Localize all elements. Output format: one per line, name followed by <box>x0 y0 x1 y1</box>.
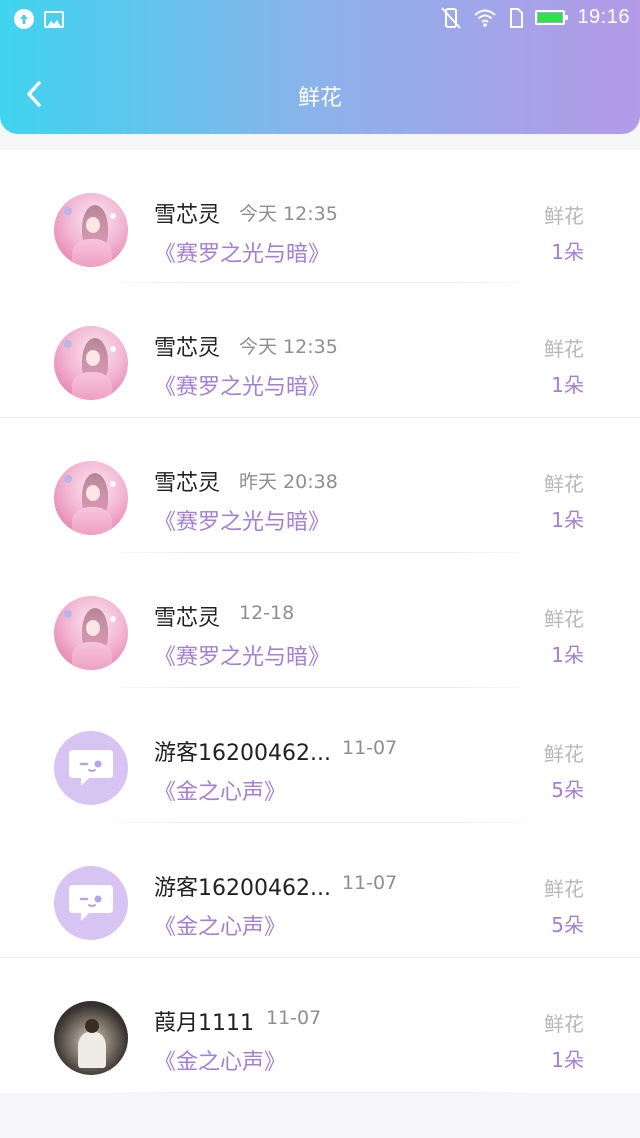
chat-bubble-icon <box>69 750 113 786</box>
gift-type-label: 鲜花 <box>544 742 584 766</box>
avatar[interactable] <box>54 731 128 805</box>
book-title[interactable]: 《金之心声》 <box>154 1044 286 1076</box>
gift-count: 1朵 <box>551 1048 584 1072</box>
book-title[interactable]: 《赛罗之光与暗》 <box>154 369 330 401</box>
clock-time: 19:16 <box>577 6 630 28</box>
list-item[interactable]: 雪芯灵 昨天 20:38 《赛罗之光与暗》 鲜花 1朵 <box>0 418 640 553</box>
list-item[interactable]: 雪芯灵 12-18 《赛罗之光与暗》 鲜花 1朵 <box>0 553 640 688</box>
list-item[interactable]: 游客16200462... 11-07 《金之心声》 鲜花 5朵 <box>0 823 640 958</box>
send-time: 11-07 <box>342 872 398 894</box>
gift-count: 1朵 <box>551 240 584 264</box>
status-bar: 19:16 <box>0 0 640 38</box>
image-icon <box>44 11 64 28</box>
gift-type-label: 鲜花 <box>544 877 584 901</box>
send-time: 11-07 <box>342 737 398 759</box>
send-time: 昨天 20:38 <box>239 471 338 493</box>
book-title[interactable]: 《赛罗之光与暗》 <box>154 639 330 671</box>
book-title[interactable]: 《金之心声》 <box>154 909 286 941</box>
send-time: 12-18 <box>239 602 295 624</box>
send-time: 今天 12:35 <box>239 203 338 225</box>
sender-name: 雪芯灵 <box>154 203 221 228</box>
page-title: 鲜花 <box>297 86 342 111</box>
status-right-icons: 19:16 <box>441 6 630 29</box>
gift-type-label: 鲜花 <box>544 472 584 496</box>
gift-type-label: 鲜花 <box>544 337 584 361</box>
list-item[interactable]: 雪芯灵 今天 12:35 《赛罗之光与暗》 鲜花 1朵 <box>0 150 640 283</box>
book-title[interactable]: 《赛罗之光与暗》 <box>154 504 330 536</box>
book-title[interactable]: 《赛罗之光与暗》 <box>154 236 330 268</box>
gift-count: 5朵 <box>551 913 584 937</box>
sender-name: 葭月1111 <box>154 1011 254 1036</box>
sim-icon <box>509 7 524 28</box>
send-time: 今天 12:35 <box>239 336 338 358</box>
upload-icon <box>14 9 34 29</box>
avatar[interactable] <box>54 461 128 535</box>
list-item[interactable]: 游客16200462... 11-07 《金之心声》 鲜花 5朵 <box>0 688 640 823</box>
chat-bubble-icon <box>69 885 113 921</box>
gift-count: 1朵 <box>551 508 584 532</box>
book-title[interactable]: 《金之心声》 <box>154 774 286 806</box>
list-item[interactable]: 雪芯灵 今天 12:35 《赛罗之光与暗》 鲜花 1朵 <box>0 283 640 418</box>
avatar[interactable] <box>54 326 128 400</box>
battery-icon <box>535 10 569 25</box>
vibrate-icon <box>441 6 462 29</box>
avatar[interactable] <box>54 866 128 940</box>
gift-type-label: 鲜花 <box>544 1012 584 1036</box>
gift-type-label: 鲜花 <box>544 607 584 631</box>
avatar[interactable] <box>54 193 128 267</box>
gift-count: 1朵 <box>551 643 584 667</box>
gift-record-list: 雪芯灵 今天 12:35 《赛罗之光与暗》 鲜花 1朵 雪芯灵 今天 12:35… <box>0 150 640 1093</box>
divider <box>96 1092 544 1093</box>
status-left-icons <box>14 9 64 29</box>
sender-name: 雪芯灵 <box>154 471 221 496</box>
battery-level <box>538 13 563 22</box>
gift-type-label: 鲜花 <box>544 204 584 228</box>
avatar[interactable] <box>54 1001 128 1075</box>
sender-name: 雪芯灵 <box>154 606 221 631</box>
list-item[interactable]: 葭月1111 11-07 《金之心声》 鲜花 1朵 <box>0 958 640 1093</box>
sender-name: 游客16200462... <box>154 876 331 901</box>
gift-count: 1朵 <box>551 373 584 397</box>
avatar[interactable] <box>54 596 128 670</box>
sender-name: 游客16200462... <box>154 741 331 766</box>
sender-name: 雪芯灵 <box>154 336 221 361</box>
app-header: 19:16 鲜花 <box>0 0 640 134</box>
wifi-icon <box>473 8 497 28</box>
send-time: 11-07 <box>266 1007 322 1029</box>
gift-count: 5朵 <box>551 778 584 802</box>
